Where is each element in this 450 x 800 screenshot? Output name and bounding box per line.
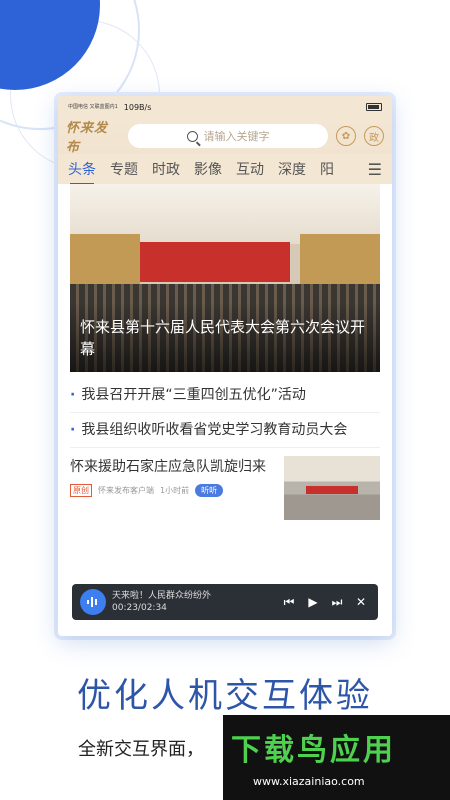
audio-player: 天来啦！人民群众纷纷外 00:23/02:34 ⏮ ▶ ⏭ ✕ (72, 584, 378, 620)
subtitle: 全新交互界面， (78, 739, 204, 760)
feature-title: 怀来援助石家庄应急队凯旋归来 (70, 459, 266, 475)
close-icon[interactable]: ✕ (352, 595, 370, 609)
hero-image-stage (140, 242, 290, 282)
watermark-url: www.xiazainiao.com (253, 775, 365, 788)
tab-depth[interactable]: 深度 (278, 159, 306, 179)
category-tabs: 头条 专题 时政 影像 互动 深度 阳 ☰ (58, 154, 392, 185)
feature-meta: 原创 怀来发布客户端 1小时前 听听 (70, 484, 276, 497)
screen: 中国电信 又联蓝图内1 109B/s 怀来发布 请输入关键字 ✿ 政 头条 专题… (0, 0, 450, 800)
list-item[interactable]: · 我县召开开展“三重四创五优化”活动 (70, 378, 380, 413)
news-title: 我县组织收听收看省党史学习教育动员大会 (81, 422, 348, 438)
tab-headline[interactable]: 头条 (68, 159, 96, 185)
list-item[interactable]: · 我县组织收听收看省党史学习教育动员大会 (70, 413, 380, 448)
search-placeholder: 请输入关键字 (203, 130, 270, 143)
hero-title: 怀来县第十六届人民代表大会第六次会议开幕 (80, 318, 366, 358)
bullet-icon: · (70, 387, 76, 403)
menu-icon[interactable]: ☰ (368, 160, 382, 179)
carrier-label: 中国电信 又联蓝图内1 (68, 104, 118, 110)
next-icon[interactable]: ⏭ (328, 595, 346, 610)
play-icon[interactable]: ▶ (304, 595, 322, 609)
feature-time: 1小时前 (160, 486, 190, 495)
tab-interaction[interactable]: 互动 (236, 159, 264, 179)
tab-more[interactable]: 阳 (320, 159, 334, 179)
status-bar: 中国电信 又联蓝图内1 109B/s (58, 96, 392, 118)
apps-icon[interactable]: ✿ (336, 126, 356, 146)
slogan: 优化人机交互体验 (77, 676, 373, 716)
government-icon[interactable]: 政 (364, 126, 384, 146)
battery-icon (366, 103, 382, 111)
original-badge: 原创 (70, 484, 92, 497)
search-icon (186, 130, 198, 142)
news-list: · 我县召开开展“三重四创五优化”活动 · 我县组织收听收看省党史学习教育动员大… (58, 372, 392, 448)
hero-banner[interactable]: 怀来县第十六届人民代表大会第六次会议开幕 (70, 184, 380, 372)
app-header: 怀来发布 请输入关键字 ✿ 政 (58, 118, 392, 155)
watermark-title: 下载鸟应用 (231, 733, 396, 768)
watermark: 下载鸟应用 www.xiazainiao.com (223, 715, 450, 800)
feature-thumbnail (284, 456, 380, 520)
feature-article[interactable]: 怀来援助石家庄应急队凯旋归来 原创 怀来发布客户端 1小时前 听听 (58, 448, 392, 528)
bullet-icon: · (70, 422, 76, 438)
player-track: 天来啦！人民群众纷纷外 (112, 591, 212, 601)
audio-wave-icon (80, 589, 106, 615)
player-time: 00:23/02:34 (112, 603, 167, 613)
tab-politics[interactable]: 时政 (152, 159, 180, 179)
app-logo: 怀来发布 (66, 121, 109, 155)
network-speed: 109B/s (123, 102, 152, 112)
news-title: 我县召开开展“三重四创五优化”活动 (81, 387, 306, 403)
search-input[interactable]: 请输入关键字 (128, 124, 328, 148)
feature-source: 怀来发布客户端 (98, 486, 154, 495)
tab-special[interactable]: 专题 (110, 159, 138, 179)
phone-frame: 中国电信 又联蓝图内1 109B/s 怀来发布 请输入关键字 ✿ 政 头条 专题… (58, 96, 392, 636)
previous-icon[interactable]: ⏮ (280, 595, 298, 610)
listen-button[interactable]: 听听 (195, 484, 224, 497)
thumbnail-banner (306, 486, 358, 494)
tab-images[interactable]: 影像 (194, 159, 222, 179)
